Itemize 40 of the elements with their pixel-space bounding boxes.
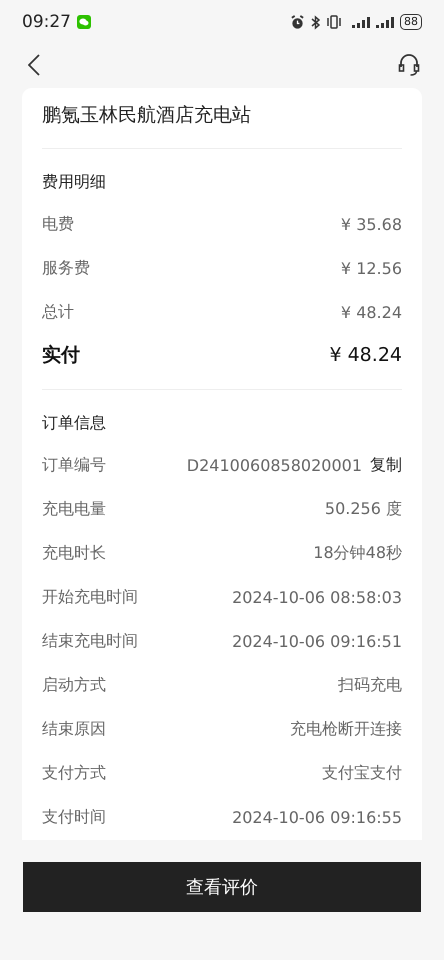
- status-time: 09:27: [22, 12, 71, 32]
- info-label: 开始充电时间: [42, 587, 138, 608]
- fee-label: 总计: [42, 302, 74, 324]
- station-name: 鹏氪玉林民航酒店充电站: [42, 88, 402, 149]
- info-label: 支付方式: [42, 763, 106, 784]
- info-value: 50.256 度: [324, 499, 402, 520]
- battery-level: 88: [400, 14, 422, 30]
- info-value: 2024-10-06 09:16:51: [232, 632, 402, 652]
- signal-icon: [376, 16, 394, 28]
- back-button[interactable]: [28, 54, 40, 76]
- section-title: 费用明细: [42, 171, 107, 194]
- headset-icon[interactable]: [398, 53, 420, 78]
- bluetooth-icon: [311, 14, 320, 30]
- info-label: 启动方式: [42, 675, 106, 696]
- info-label: 订单编号: [42, 455, 106, 476]
- info-label: 支付时间: [42, 807, 106, 828]
- view-review-button[interactable]: 查看评价: [23, 862, 421, 912]
- info-label: 结束充电时间: [42, 631, 138, 652]
- alarm-icon: [290, 14, 305, 30]
- info-value: 支付宝支付: [322, 763, 402, 784]
- chat-app-icon: [77, 15, 91, 30]
- info-label: 结束原因: [42, 719, 106, 740]
- fee-label: 服务费: [42, 258, 90, 280]
- info-value: 18分钟48秒: [313, 543, 402, 564]
- fee-amount: ¥ 48.24: [329, 344, 402, 366]
- fee-label: 实付: [42, 342, 80, 368]
- copy-link[interactable]: 复制: [370, 455, 402, 476]
- info-label: 充电时长: [42, 543, 106, 564]
- info-label: 充电电量: [42, 499, 106, 520]
- info-value: 2024-10-06 08:58:03: [232, 588, 402, 608]
- info-value: 2024-10-06 09:16:55: [232, 808, 402, 828]
- fee-amount: ¥ 12.56: [340, 259, 402, 278]
- info-value: 扫码充电: [338, 675, 402, 696]
- fee-amount: ¥ 35.68: [340, 215, 402, 234]
- fee-label: 电费: [42, 214, 74, 236]
- section-title: 订单信息: [42, 412, 107, 434]
- info-value: 充电枪断开连接: [290, 719, 402, 740]
- info-value: D2410060858020001: [186, 456, 362, 476]
- vibrate-icon: [326, 15, 342, 30]
- fee-amount: ¥ 48.24: [340, 303, 402, 322]
